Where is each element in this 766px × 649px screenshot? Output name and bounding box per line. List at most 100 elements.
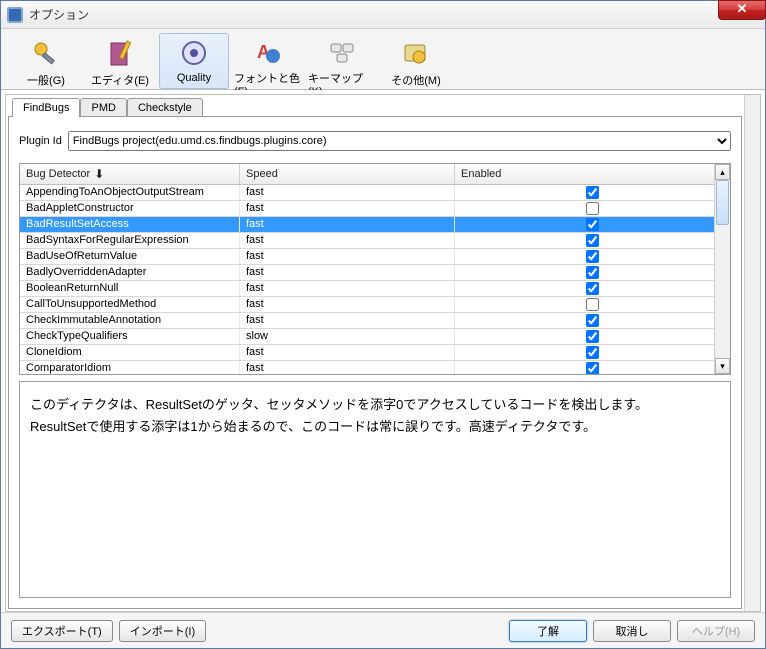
plugin-id-select[interactable]: FindBugs project(edu.umd.cs.findbugs.plu… (68, 131, 731, 151)
table-row[interactable]: BooleanReturnNullfast (20, 281, 730, 297)
app-icon (7, 7, 23, 23)
cell-enabled (455, 217, 730, 232)
col-header-label: Bug Detector (26, 168, 90, 180)
col-header-label: Enabled (461, 168, 501, 180)
enabled-checkbox[interactable] (586, 218, 599, 231)
enabled-checkbox[interactable] (586, 266, 599, 279)
panel-scrollbar[interactable] (744, 95, 760, 611)
tab-label: PMD (91, 102, 115, 114)
import-button[interactable]: インポート(I) (119, 620, 206, 642)
toolbar-label: 一般(G) (27, 72, 65, 88)
cell-detector: AppendingToAnObjectOutputStream (20, 185, 240, 200)
body-area: FindBugs PMD Checkstyle Plugin Id FindBu… (1, 90, 765, 612)
cell-speed: fast (240, 185, 455, 200)
cell-speed: fast (240, 201, 455, 216)
table-row[interactable]: CheckTypeQualifiersslow (20, 329, 730, 345)
tabstrip: FindBugs PMD Checkstyle (12, 98, 758, 117)
description-line: ResultSetで使用する添字は1から始まるので、このコードは常に誤りです。高… (30, 416, 720, 438)
tab-pmd[interactable]: PMD (80, 98, 126, 117)
table-row[interactable]: ComparatorIdiomfast (20, 361, 730, 374)
table-row[interactable]: CloneIdiomfast (20, 345, 730, 361)
cell-speed: fast (240, 361, 455, 374)
scroll-thumb[interactable] (716, 180, 729, 225)
tab-checkstyle[interactable]: Checkstyle (127, 98, 203, 117)
toolbar-item-keymap[interactable]: キーマップ(K) (307, 33, 377, 89)
inner-panel: FindBugs PMD Checkstyle Plugin Id FindBu… (5, 94, 761, 612)
cell-detector: BadlyOverriddenAdapter (20, 265, 240, 280)
tab-label: FindBugs (23, 102, 69, 114)
toolbar-item-general[interactable]: 一般(G) (11, 33, 81, 89)
enabled-checkbox[interactable] (586, 250, 599, 263)
scroll-down-button[interactable]: ▾ (715, 358, 730, 374)
cell-speed: fast (240, 265, 455, 280)
keymap-icon (326, 38, 358, 68)
col-header-label: Speed (246, 168, 278, 180)
col-header-speed[interactable]: Speed (240, 164, 455, 184)
tab-pane: Plugin Id FindBugs project(edu.umd.cs.fi… (8, 116, 742, 609)
button-label: インポート(I) (130, 626, 195, 638)
cell-enabled (455, 185, 730, 200)
cell-enabled (455, 313, 730, 328)
category-toolbar: 一般(G) エディタ(E) Quality A フォントと色(F) キーマップ(… (1, 29, 765, 90)
toolbar-item-editor[interactable]: エディタ(E) (85, 33, 155, 89)
scroll-up-button[interactable]: ▴ (715, 164, 730, 180)
titlebar: オプション ✕ (1, 1, 765, 29)
col-header-detector[interactable]: Bug Detector ⬇ (20, 164, 240, 184)
export-button[interactable]: エクスポート(T) (11, 620, 113, 642)
table-scrollbar[interactable]: ▴ ▾ (714, 164, 730, 374)
col-header-enabled[interactable]: Enabled (455, 164, 730, 184)
enabled-checkbox[interactable] (586, 234, 599, 247)
cell-detector: CallToUnsupportedMethod (20, 297, 240, 312)
table-row[interactable]: BadAppletConstructorfast (20, 201, 730, 217)
enabled-checkbox[interactable] (586, 298, 599, 311)
cell-speed: fast (240, 297, 455, 312)
enabled-checkbox[interactable] (586, 362, 599, 374)
button-bar: エクスポート(T) インポート(I) 了解 取消し ヘルプ(H) (1, 612, 765, 648)
table-row[interactable]: CallToUnsupportedMethodfast (20, 297, 730, 313)
cell-enabled (455, 345, 730, 360)
table-row[interactable]: BadlyOverriddenAdapterfast (20, 265, 730, 281)
cell-detector: CloneIdiom (20, 345, 240, 360)
cell-enabled (455, 249, 730, 264)
enabled-checkbox[interactable] (586, 186, 599, 199)
plugin-row: Plugin Id FindBugs project(edu.umd.cs.fi… (19, 131, 731, 151)
cell-detector: ComparatorIdiom (20, 361, 240, 374)
toolbar-item-quality[interactable]: Quality (159, 33, 229, 89)
table-row[interactable]: BadResultSetAccessfast (20, 217, 730, 233)
toolbar-item-fonts[interactable]: A フォントと色(F) (233, 33, 303, 89)
sort-down-icon: ⬇ (94, 167, 104, 181)
toolbar-item-misc[interactable]: その他(M) (381, 33, 451, 89)
enabled-checkbox[interactable] (586, 314, 599, 327)
help-button[interactable]: ヘルプ(H) (677, 620, 755, 642)
button-label: 取消し (616, 626, 649, 638)
table-row[interactable]: AppendingToAnObjectOutputStreamfast (20, 185, 730, 201)
cell-enabled (455, 329, 730, 344)
cell-enabled (455, 297, 730, 312)
cell-speed: fast (240, 313, 455, 328)
description-box: このディテクタは、ResultSetのゲッタ、セッタメソッドを添字0でアクセスし… (19, 381, 731, 598)
quality-icon (178, 38, 210, 70)
cell-speed: fast (240, 249, 455, 264)
cell-speed: fast (240, 233, 455, 248)
table-body: AppendingToAnObjectOutputStreamfastBadAp… (20, 185, 730, 374)
ok-button[interactable]: 了解 (509, 620, 587, 642)
cell-enabled (455, 361, 730, 374)
table-row[interactable]: BadSyntaxForRegularExpressionfast (20, 233, 730, 249)
table-row[interactable]: CheckImmutableAnnotationfast (20, 313, 730, 329)
cell-speed: slow (240, 329, 455, 344)
tab-findbugs[interactable]: FindBugs (12, 98, 80, 117)
table-row[interactable]: BadUseOfReturnValuefast (20, 249, 730, 265)
close-button[interactable]: ✕ (718, 0, 766, 20)
scroll-track[interactable] (715, 180, 730, 358)
cell-detector: BadUseOfReturnValue (20, 249, 240, 264)
cell-speed: fast (240, 217, 455, 232)
cell-enabled (455, 233, 730, 248)
enabled-checkbox[interactable] (586, 330, 599, 343)
cell-detector: BadAppletConstructor (20, 201, 240, 216)
enabled-checkbox[interactable] (586, 202, 599, 215)
cell-detector: CheckImmutableAnnotation (20, 313, 240, 328)
cell-detector: CheckTypeQualifiers (20, 329, 240, 344)
cancel-button[interactable]: 取消し (593, 620, 671, 642)
enabled-checkbox[interactable] (586, 282, 599, 295)
enabled-checkbox[interactable] (586, 346, 599, 359)
